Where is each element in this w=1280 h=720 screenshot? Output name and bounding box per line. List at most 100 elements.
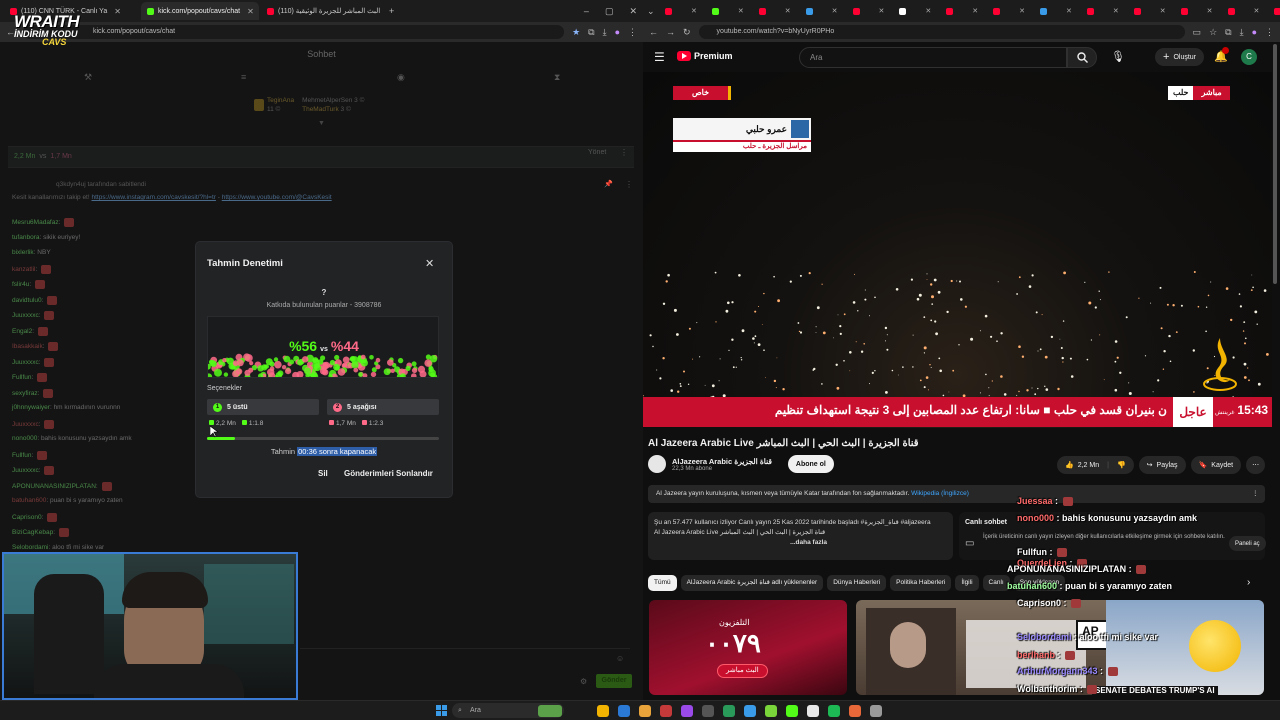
close-tab-icon[interactable]: ✕ [1207,7,1213,15]
save-button[interactable]: 🔖 Kaydet [1190,456,1242,474]
share-button[interactable]: ↪ Paylaş [1138,456,1186,474]
browser-tab-icon[interactable] [899,7,907,15]
menu-icon[interactable]: ⋮ [628,27,637,38]
chat-username[interactable]: Caprison0 [12,514,42,521]
star-icon[interactable]: ★ [572,27,580,38]
taskbar-app-icon[interactable] [618,705,630,717]
prediction-menu-icon[interactable]: ⋮ [620,148,628,157]
thumbs-down-icon[interactable]: 👎 [1117,461,1126,469]
url-field[interactable]: youtube.com/watch?v=bNyUyrR0PHo [698,25,1185,39]
browser-tab-icon[interactable] [852,7,860,15]
close-tab-icon[interactable]: ✕ [691,7,697,15]
show-more-link[interactable]: ...daha fazla [654,538,947,548]
download-icon[interactable]: ⤓ [603,27,607,38]
chat-username[interactable]: Ibasakkaik [12,343,43,350]
chat-username[interactable]: Fullfun [12,374,32,381]
chat-input[interactable] [300,648,630,668]
delete-button[interactable]: Sil [318,469,328,478]
pin-icon[interactable]: 📌 [604,180,613,188]
taskbar-app-icon[interactable] [807,705,819,717]
video-player[interactable]: خاص حلب مباشر عمرو حلبي مراسل الجزيرة ـ … [643,72,1272,428]
chat-username[interactable]: APONUNANASINIZIPLATAN [12,483,96,490]
browser-tab-icon[interactable] [1180,7,1188,15]
taskbar-app-icon[interactable] [870,705,882,717]
create-button[interactable]: + Oluştur [1155,48,1204,66]
taskbar-app-icon[interactable] [744,705,756,717]
related-video-thumb-1[interactable]: التلفزيون ٠٠٧٩ البث مباشر [649,600,847,695]
emoji-icon[interactable]: ☺ [616,654,624,663]
reload-icon[interactable]: ↻ [683,27,691,38]
profile-icon[interactable]: ● [615,27,620,37]
subscribe-button[interactable]: Abone ol [787,455,834,473]
chat-username[interactable]: batuhan600 [12,497,46,504]
chat-username[interactable]: Juuxxxxc [12,421,39,428]
prediction-manage-button[interactable]: Yönet [588,149,606,156]
tab-list-icon[interactable]: ⌄ [647,6,655,17]
forward-icon[interactable]: → [666,27,675,37]
chat-username[interactable]: Juuxxxxc [12,467,39,474]
filter-chip[interactable]: Tümü [648,575,677,591]
hourglass-tool-icon[interactable]: ⧗ [554,72,560,83]
cast-icon[interactable]: ▭ [1193,27,1202,38]
close-tab-icon[interactable]: ✕ [1160,7,1166,15]
search-input[interactable]: Ara [799,47,1067,68]
option-under-5[interactable]: 2 5 aşağısı [327,399,439,415]
chat-username[interactable]: davidtulu0 [12,297,42,304]
chat-username[interactable]: Juuxxxxc [12,359,39,366]
wikipedia-link[interactable]: Wikipedia (İngilizce) [911,490,969,497]
taskbar-app-icon[interactable] [828,705,840,717]
filter-chip[interactable]: Dünya Haberleri [827,575,887,591]
chat-username[interactable]: Selobordami [12,544,49,551]
chat-prediction-bar[interactable] [8,146,634,168]
chat-username[interactable]: Mesru6Madafaz [12,219,59,226]
close-tab-icon[interactable]: ✕ [1254,7,1260,15]
close-tab-icon[interactable]: ✕ [1019,7,1025,15]
info-menu-icon[interactable]: ⋮ [1252,485,1259,503]
profile-icon[interactable]: ● [1252,27,1257,37]
browser-tab-icon[interactable] [1274,7,1280,15]
option-over-5[interactable]: 1 5 üstü [207,399,319,415]
taskbar-app-icon[interactable] [639,705,651,717]
download-icon[interactable]: ⤓ [1240,27,1244,38]
more-actions-button[interactable]: ⋯ [1246,456,1266,474]
scrollbar[interactable] [1273,44,1277,284]
chat-username[interactable]: nono000 [12,435,37,442]
taskbar-app-icon[interactable] [786,705,798,717]
close-tab-icon[interactable]: ✕ [114,7,121,16]
browser-tab-icon[interactable] [805,7,813,15]
filter-chip[interactable]: Canlı [982,575,1010,591]
browser-tab-icon[interactable] [946,7,954,15]
youtube-premium-logo[interactable]: Premium [677,51,733,61]
list-tool-icon[interactable]: ≡ [241,72,246,82]
instagram-link[interactable]: https://www.instagram.com/cavskesit/?hl=… [91,194,215,201]
settings-icon[interactable]: ⚙ [580,677,587,686]
close-tab-icon[interactable]: ✕ [247,7,254,16]
chat-username[interactable]: Juuxxxxc [12,312,39,319]
close-tab-icon[interactable]: ✕ [738,7,744,15]
browser-tab-icon[interactable] [1086,7,1094,15]
chat-username[interactable]: sexyfiraz [12,390,38,397]
close-tab-icon[interactable]: ✕ [1066,7,1072,15]
browser-tab-icon[interactable] [1040,7,1047,15]
pin-tool-icon[interactable]: ⚒ [84,72,92,83]
filter-chip[interactable]: AlJazeera Arabic قناة الجزيرة adlı yükle… [680,575,824,591]
close-icon[interactable]: ✕ [425,257,434,270]
channel-avatar[interactable] [648,455,666,473]
extensions-icon[interactable]: ⧉ [588,27,594,38]
back-icon[interactable]: ← [649,27,658,37]
chat-username[interactable]: j0hnnywaiyer [12,404,50,411]
taskbar-app-icon[interactable] [702,705,714,717]
browser-tab-icon[interactable] [993,7,1001,15]
browser-tab-icon[interactable] [665,7,672,15]
send-button[interactable]: Gönder [596,674,632,688]
search-button[interactable] [1067,47,1097,68]
taskbar-app-icon[interactable] [681,705,693,717]
chat-username[interactable]: tufanbora [12,234,39,241]
browser-tab-icon[interactable] [711,7,719,15]
chat-username[interactable]: kanzatlil [12,266,35,273]
browser-tab-icon[interactable] [1133,7,1141,15]
tab-aljazeera[interactable]: (110) البث المباشر للجزيرة الوثيقية ✕ [261,2,383,20]
chat-username[interactable]: fslir4u [12,281,29,288]
chat-username[interactable]: BiziCagKebap [12,529,53,536]
end-submissions-button[interactable]: Gönderimleri Sonlandır [344,469,433,478]
